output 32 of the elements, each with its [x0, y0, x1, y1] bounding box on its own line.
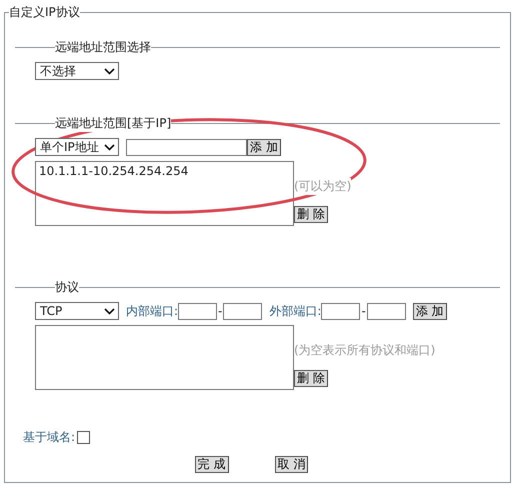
empty-means-all-hint: (为空表示所有协议和端口)	[294, 342, 436, 359]
range-dash: -	[361, 304, 366, 318]
caret-icon	[104, 144, 115, 150]
port-to-field[interactable]	[366, 302, 406, 320]
section-title: 远端地址范围选择	[55, 39, 151, 56]
protocol-list[interactable]	[35, 325, 294, 390]
port-from-field[interactable]	[178, 302, 218, 320]
finish-button[interactable]: 完 成	[194, 456, 228, 473]
address-list[interactable]: 10.1.1.1-10.254.254.254	[35, 161, 294, 226]
caret-icon	[104, 308, 115, 314]
domain-checkbox[interactable]	[77, 431, 90, 444]
port-from-field[interactable]	[321, 302, 360, 320]
ip-input-field[interactable]	[126, 138, 247, 156]
address-type-dropdown[interactable]: 单个IP地址	[35, 138, 119, 156]
range-select-dropdown[interactable]: 不选择	[35, 62, 119, 80]
delete-button[interactable]: 删 除	[294, 206, 328, 223]
port-label: 外部端口:	[269, 302, 322, 320]
protocol-dropdown[interactable]: TCP	[35, 302, 119, 320]
panel-title: 自定义IP协议	[9, 4, 80, 21]
port-to-field[interactable]	[223, 302, 262, 320]
range-dash: -	[218, 304, 222, 318]
cancel-button[interactable]: 取 消	[274, 456, 308, 473]
delete-button[interactable]: 删 除	[294, 370, 328, 387]
port-label: 内部端口:	[126, 302, 178, 320]
optional-hint: (可以为空)	[294, 178, 352, 195]
section-title: 远端地址范围[基于IP]	[55, 115, 172, 132]
add-button[interactable]: 添 加	[247, 138, 281, 156]
caret-icon	[104, 68, 115, 74]
section-title: 协议	[55, 279, 79, 296]
domain-label: 基于域名:	[23, 429, 76, 446]
add-button[interactable]: 添 加	[412, 302, 447, 320]
address-entry[interactable]: 10.1.1.1-10.254.254.254	[39, 164, 290, 178]
